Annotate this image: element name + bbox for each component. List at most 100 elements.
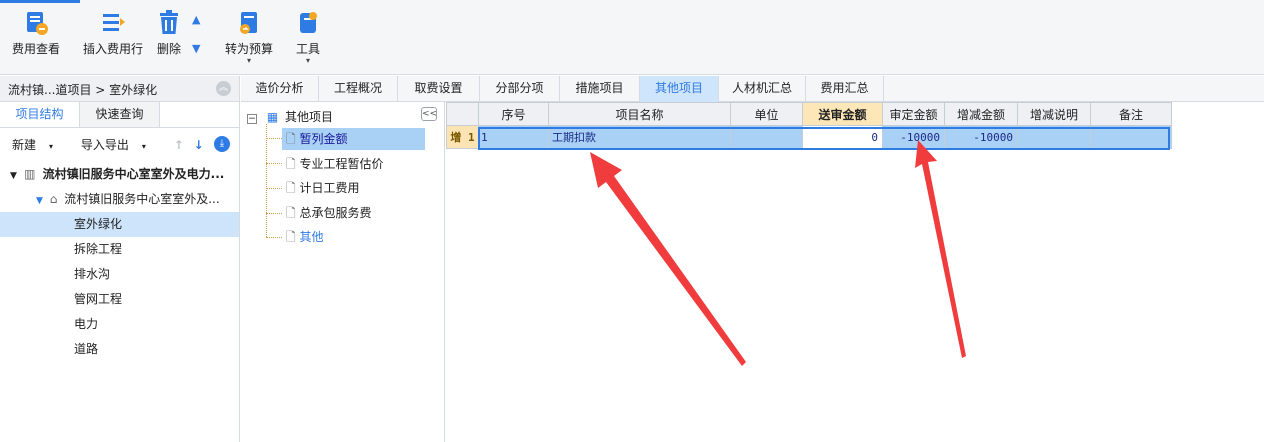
col-header-diff[interactable]: 增减金额	[944, 102, 1018, 126]
mid-tree-item-label: 总承包服务费	[299, 206, 372, 220]
document-icon: 🗋	[286, 181, 296, 195]
collapse-up-icon[interactable]: ︽	[216, 81, 231, 96]
col-header-unit[interactable]: 单位	[730, 102, 803, 126]
tab-division-items[interactable]: 分部分项	[480, 76, 560, 102]
tools-button[interactable]: 工具 ▾	[290, 8, 326, 68]
tab-project-overview[interactable]: 工程概况	[319, 76, 398, 102]
tab-cost-analysis[interactable]: 造价分析	[241, 76, 319, 102]
tree-child[interactable]: ▼ ⌂ 流村镇旧服务中心室室外及...	[0, 187, 239, 212]
document-icon: 🗋	[286, 230, 296, 244]
mid-tree-item-label: 暂列金额	[299, 132, 348, 146]
move-arrows: ▲ ▼	[192, 14, 206, 62]
expand-icon[interactable]: ▼	[10, 171, 17, 181]
arrow-up-icon[interactable]: ↑	[174, 138, 184, 152]
import-export-caret-icon: ▾	[141, 142, 146, 151]
tree-item-label: 电力	[74, 317, 99, 331]
tree-item-label: 管网工程	[74, 292, 123, 306]
left-tabs: 项目结构 快速查询	[0, 102, 239, 128]
main-tabs: 造价分析 工程概况 取费设置 分部分项 措施项目 其他项目 人材机汇总 费用汇总	[241, 76, 1264, 102]
tree-item-pipe-network[interactable]: 管网工程	[0, 287, 239, 312]
corner-cell	[446, 102, 479, 126]
mid-tree-item-other[interactable]: 🗋 其他	[286, 226, 324, 248]
arrow-down-icon[interactable]: ↓	[194, 138, 204, 152]
cell-diff[interactable]: -10000	[944, 125, 1018, 149]
delete-button[interactable]: 删除	[152, 8, 186, 68]
tree-item-demolition[interactable]: 拆除工程	[0, 237, 239, 262]
mid-tree-root-label: 其他项目	[285, 110, 334, 124]
tree-item-label: 室外绿化	[74, 217, 123, 231]
tree-root-label: 流村镇旧服务中心室室外及电力...	[42, 167, 225, 181]
tab-measure-items[interactable]: 措施项目	[560, 76, 640, 102]
breadcrumb-text: 流村镇...道项目 > 室外绿化	[8, 83, 158, 97]
new-dropdown[interactable]: 新建 ▾	[12, 138, 65, 152]
col-header-remark[interactable]: 备注	[1090, 102, 1172, 126]
tab-fee-summary[interactable]: 费用汇总	[806, 76, 884, 102]
cell-unit[interactable]	[730, 125, 803, 149]
mid-tree-item-contractor-service[interactable]: 🗋 总承包服务费	[286, 202, 372, 224]
col-header-diff-note[interactable]: 增减说明	[1017, 102, 1091, 126]
insert-fee-row-button[interactable]: 插入费用行	[80, 8, 146, 68]
tree-item-label: 排水沟	[74, 267, 111, 281]
tab-labor-material-summary[interactable]: 人材机汇总	[719, 76, 806, 102]
tools-dropdown-icon: ▾	[305, 56, 310, 65]
home-icon: ⌂	[49, 192, 58, 206]
col-header-approved[interactable]: 审定金额	[882, 102, 945, 126]
cell-seq[interactable]: 1	[478, 125, 549, 149]
fee-view-button[interactable]: 费用查看	[8, 8, 64, 68]
tools-icon	[290, 8, 326, 38]
tree-item-drain[interactable]: 排水沟	[0, 262, 239, 287]
tree-root[interactable]: ▼ ▥ 流村镇旧服务中心室室外及电力...	[0, 162, 239, 187]
tree-guide-line	[266, 124, 267, 237]
tab-project-structure[interactable]: 项目结构	[0, 102, 80, 127]
breadcrumb: 流村镇...道项目 > 室外绿化 ︽	[0, 76, 240, 102]
tree-guide-line	[266, 237, 282, 238]
other-items-grid: 序号 项目名称 单位 送审金额 审定金额 增减金额 增减说明 备注 增 1 1 …	[446, 102, 1264, 442]
cell-diff-note[interactable]	[1017, 125, 1091, 149]
move-up-icon[interactable]: ▲	[192, 14, 206, 26]
toolbar-accent	[0, 0, 80, 3]
mid-tree-item-daywork[interactable]: 🗋 计日工费用	[286, 177, 360, 199]
tree-guide-line	[266, 188, 282, 189]
tab-quick-search[interactable]: 快速查询	[80, 102, 160, 127]
mid-tree-item-specialty-estimate[interactable]: 🗋 专业工程暂估价	[286, 153, 384, 175]
tree-item-road[interactable]: 道路	[0, 337, 239, 362]
cell-submitted[interactable]: 0	[802, 125, 883, 149]
folder-chart-icon: ▦	[266, 110, 279, 124]
left-actions: 新建 ▾ 导入导出 ▾ ↑ ↓ ⤓	[0, 128, 239, 162]
collapse-panel-icon[interactable]: <<	[421, 107, 437, 121]
tree-item-power[interactable]: 电力	[0, 312, 239, 337]
document-icon: 🗋	[286, 206, 296, 220]
convert-icon	[222, 8, 276, 38]
move-down-icon[interactable]: ▼	[192, 43, 206, 55]
other-items-tree: − ▦ 其他项目 << 🗋 暂列金额 🗋 专业工程暂估价 🗋 计日工费用 🗋 总…	[241, 102, 445, 442]
new-caret-icon: ▾	[49, 142, 54, 151]
cell-approved[interactable]: -10000	[882, 125, 945, 149]
expand-icon[interactable]: ▼	[36, 196, 43, 206]
tree-item-outdoor-greening[interactable]: 室外绿化	[0, 212, 239, 237]
import-export-dropdown[interactable]: 导入导出 ▾	[81, 138, 158, 152]
tree-item-label: 道路	[74, 342, 99, 356]
document-icon: 🗋	[286, 157, 296, 171]
col-header-submitted[interactable]: 送审金额	[802, 102, 883, 126]
mid-tree-item-label: 计日工费用	[299, 181, 360, 195]
mid-tree-item-provisional-sum[interactable]: 🗋 暂列金额	[282, 128, 425, 150]
cell-name[interactable]: 工期扣款	[548, 125, 731, 149]
table-row[interactable]: 增 1 1 工期扣款 0 -10000 -10000	[446, 125, 1172, 149]
collapse-box-icon[interactable]: −	[247, 114, 257, 124]
tools-label: 工具	[295, 42, 320, 56]
col-header-seq[interactable]: 序号	[478, 102, 549, 126]
tab-fee-settings[interactable]: 取费设置	[398, 76, 480, 102]
mid-tree-root[interactable]: − ▦ 其他项目	[247, 106, 333, 128]
insert-fee-row-label: 插入费用行	[82, 42, 143, 56]
document-icon: 🗋	[286, 132, 296, 146]
col-header-name[interactable]: 项目名称	[548, 102, 731, 126]
delete-label: 删除	[156, 42, 181, 56]
row-header[interactable]: 增 1	[446, 125, 479, 149]
tab-other-items[interactable]: 其他项目	[640, 76, 719, 102]
cell-remark[interactable]	[1090, 125, 1172, 149]
expand-down-icon[interactable]: ⤓	[214, 136, 230, 152]
tree-item-label: 拆除工程	[74, 242, 123, 256]
convert-dropdown-icon: ▾	[246, 56, 251, 65]
convert-to-budget-button[interactable]: 转为预算 ▾	[222, 8, 276, 68]
insert-row-icon	[80, 8, 146, 38]
